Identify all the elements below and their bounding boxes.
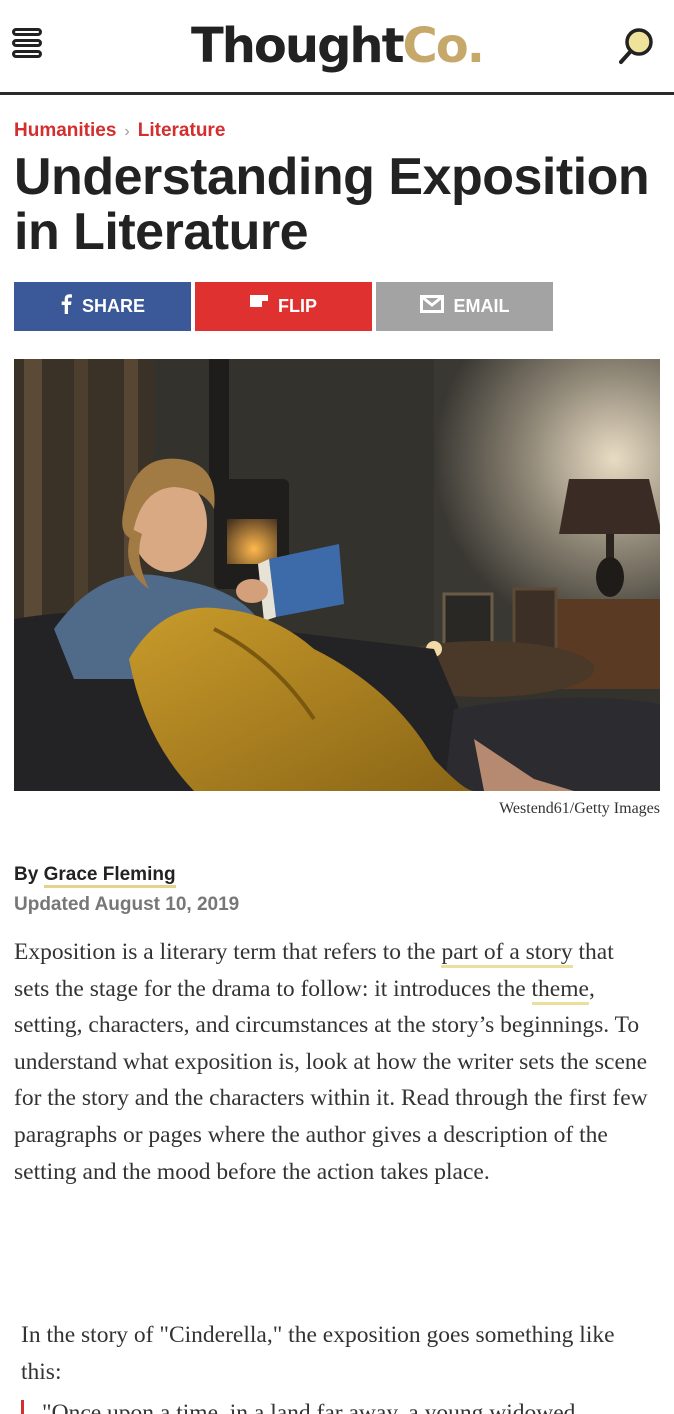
logo-main-text: Thought bbox=[191, 18, 405, 74]
article-paragraph: Exposition is a literary term that refer… bbox=[14, 934, 654, 1190]
flip-label: FLIP bbox=[278, 296, 317, 316]
article-hero-image bbox=[14, 359, 660, 791]
paragraph-text: Exposition is a literary term that refer… bbox=[14, 939, 442, 965]
facebook-icon bbox=[60, 294, 72, 319]
envelope-icon bbox=[419, 295, 444, 318]
breadcrumb-item-literature[interactable]: Literature bbox=[138, 120, 226, 141]
share-buttons: SHARE FLIP EMAIL bbox=[14, 282, 553, 331]
blockquote: "Once upon a time, in a land far away, a… bbox=[21, 1400, 657, 1414]
share-email-button[interactable]: EMAIL bbox=[376, 282, 553, 331]
page-title: Understanding Exposition in Literature bbox=[14, 148, 650, 261]
share-label: SHARE bbox=[81, 296, 145, 316]
chevron-right-icon: › bbox=[124, 123, 130, 140]
image-credit: Westend61/Getty Images bbox=[499, 800, 660, 817]
breadcrumb: Humanities › Literature bbox=[14, 120, 225, 142]
share-facebook-button[interactable]: SHARE bbox=[14, 282, 191, 331]
search-icon[interactable] bbox=[616, 26, 656, 68]
paragraph-text: , setting, characters, and circumstances… bbox=[14, 975, 648, 1185]
byline: By Grace Fleming bbox=[14, 864, 176, 888]
article-paragraph: In the story of "Cinderella," the exposi… bbox=[21, 1322, 615, 1385]
breadcrumb-item-humanities[interactable]: Humanities bbox=[14, 120, 116, 141]
author-link[interactable]: Grace Fleming bbox=[43, 864, 176, 888]
theme-link[interactable]: theme bbox=[531, 975, 589, 1005]
updated-date: Updated August 10, 2019 bbox=[14, 894, 240, 915]
site-logo[interactable]: ThoughtCo. bbox=[0, 18, 674, 74]
logo-accent-text: Co. bbox=[402, 18, 485, 74]
byline-prefix: By bbox=[14, 864, 39, 885]
part-of-story-link[interactable]: part of a story bbox=[441, 939, 573, 968]
flipboard-icon bbox=[250, 295, 268, 318]
share-flipboard-button[interactable]: FLIP bbox=[195, 282, 372, 331]
site-header: ThoughtCo. bbox=[0, 0, 674, 95]
email-label: EMAIL bbox=[453, 296, 510, 316]
